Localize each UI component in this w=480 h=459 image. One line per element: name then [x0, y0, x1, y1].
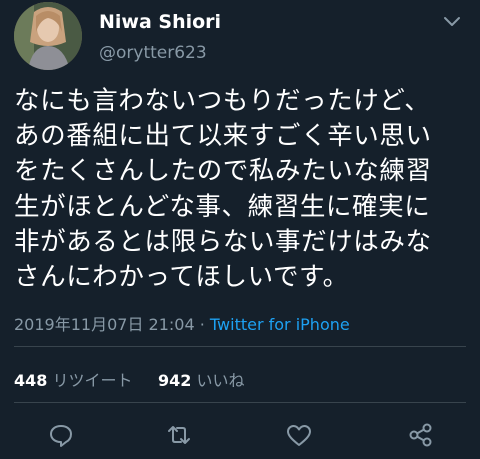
- divider: [14, 346, 466, 347]
- tweet-text-line: をたくさんしたので私みたいな練習: [14, 156, 432, 187]
- tweet-meta: 2019年11月07日 21:04 · Twitter for iPhone: [14, 311, 350, 335]
- tweet-text-line: なにも言わないつもりだったけど、: [14, 86, 431, 116]
- tweet-text: なにも言わないつもりだったけど、 あの番組に出て以来すごく辛い思い をたくさんし…: [14, 84, 470, 295]
- tweet-timestamp[interactable]: 2019年11月07日 21:04: [14, 315, 195, 334]
- tweet-header: Niwa Shiori @orytter623: [14, 2, 466, 72]
- retweets-stat[interactable]: 448 リツイート: [14, 371, 133, 390]
- tweet-text-line: あの番組に出て以来すごく辛い思い: [14, 121, 432, 152]
- share-icon[interactable]: [406, 420, 436, 450]
- retweets-label: リツイート: [52, 371, 133, 390]
- chevron-down-icon[interactable]: [442, 14, 462, 30]
- divider: [14, 402, 466, 403]
- likes-label: いいね: [196, 371, 245, 390]
- tweet-source-link[interactable]: Twitter for iPhone: [210, 315, 350, 334]
- heart-icon[interactable]: [284, 420, 314, 450]
- likes-stat[interactable]: 942 いいね: [158, 371, 245, 390]
- tweet-detail: Niwa Shiori @orytter623 なにも言わないつもりだったけど、…: [0, 0, 480, 459]
- user-handle[interactable]: @orytter623: [99, 42, 221, 64]
- tweet-text-line: 生がほとんどな事、練習生に確実に: [14, 191, 431, 222]
- retweets-count: 448: [14, 371, 48, 390]
- likes-count: 942: [157, 371, 192, 390]
- tweet-stats: 448 リツイート 942 いいね: [14, 367, 244, 391]
- avatar[interactable]: [14, 2, 82, 70]
- tweet-text-line: 非があるとは限らない事だけはみな: [14, 226, 432, 257]
- tweet-actions: [0, 420, 480, 450]
- tweet-text-line: さんにわかってほしいです。: [14, 262, 349, 293]
- retweet-icon[interactable]: [164, 420, 194, 450]
- display-name[interactable]: Niwa Shiori: [99, 10, 221, 34]
- meta-separator: ·: [194, 315, 210, 334]
- reply-icon[interactable]: [46, 420, 76, 450]
- author-names: Niwa Shiori @orytter623: [99, 10, 221, 64]
